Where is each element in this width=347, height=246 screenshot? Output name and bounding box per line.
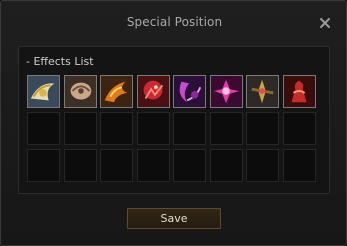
window-title: Special Position [126,15,223,29]
ornate-cross-icon [247,76,278,107]
empty-effect-slot[interactable] [27,112,60,145]
effect-slot-magenta-burst[interactable] [209,75,243,108]
empty-effect-slot[interactable] [173,149,206,182]
empty-effect-slot[interactable] [100,149,133,182]
effect-slot-crimson-beast[interactable] [136,75,170,108]
winged-crest-icon [28,76,59,107]
empty-effect-slot[interactable] [63,149,97,182]
effect-slot-ornate-cross[interactable] [246,75,279,108]
effect-slot-winged-crest[interactable] [27,75,60,108]
effect-slot-red-figure[interactable] [282,75,316,108]
effect-slot-violet-crescent[interactable] [173,75,206,108]
effect-slot-shell-helm[interactable] [63,75,97,108]
effects-panel: - Effects List [18,46,330,194]
empty-effect-slot[interactable] [100,112,133,145]
crimson-beast-icon [137,76,169,107]
empty-effect-slot[interactable] [136,112,170,145]
empty-effect-slot[interactable] [209,112,243,145]
red-figure-icon [283,76,315,107]
empty-effect-slot[interactable] [246,149,279,182]
empty-effect-slot[interactable] [63,112,97,145]
empty-effect-slot[interactable] [173,112,206,145]
violet-crescent-icon [174,76,205,107]
empty-effect-slot[interactable] [282,149,316,182]
empty-effect-slot[interactable] [246,112,279,145]
magenta-burst-icon [210,76,242,107]
shell-helm-icon [64,76,96,107]
close-icon[interactable] [317,15,333,31]
effects-grid [27,75,320,182]
empty-effect-slot[interactable] [27,149,60,182]
save-button[interactable]: Save [127,208,221,229]
effect-slot-fire-wing[interactable] [100,75,133,108]
special-position-window: Special Position - Effects List Save [0,0,347,246]
effects-list-label: - Effects List [26,55,94,68]
fire-wing-icon [101,76,132,107]
empty-effect-slot[interactable] [209,149,243,182]
empty-effect-slot[interactable] [282,112,316,145]
empty-effect-slot[interactable] [136,149,170,182]
